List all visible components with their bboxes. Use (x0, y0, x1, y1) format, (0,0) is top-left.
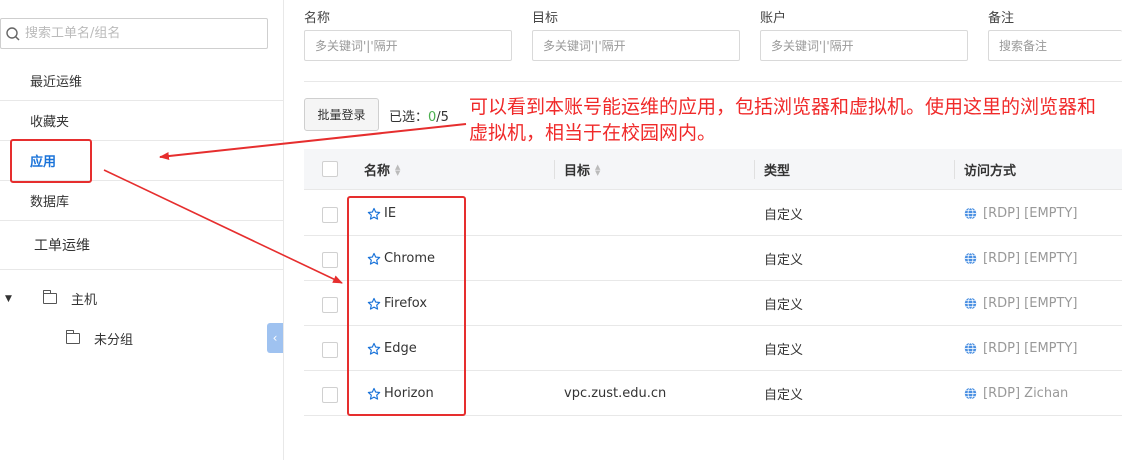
row-checkbox[interactable] (322, 342, 338, 358)
filter-label-account: 账户 (760, 11, 787, 26)
batch-login-button[interactable]: 批量登录 (304, 98, 379, 131)
row-type-cell: 自定义 (764, 388, 804, 403)
annotation-text: 可以看到本账号能运维的应用，包括浏览器和虚拟机。使用这里的浏览器和虚拟机，相当于… (469, 96, 1097, 144)
row-access-cell[interactable]: [RDP] Zichan (964, 371, 1068, 416)
folder-icon (42, 290, 57, 304)
filter-input-name[interactable]: 多关键词'|'隔开 (304, 30, 512, 61)
sidebar-collapse-handle[interactable]: ‹ (267, 323, 283, 353)
row-checkbox[interactable] (322, 387, 338, 403)
selected-count-info: 已选：0/5 (389, 110, 449, 125)
annotation-box-apps (10, 139, 92, 183)
sort-icon[interactable]: ▲ ▼ (595, 163, 600, 176)
globe-icon (964, 252, 977, 265)
row-checkbox[interactable] (322, 252, 338, 268)
row-access-cell[interactable]: [RDP] [EMPTY] (964, 326, 1077, 371)
annotation-box-app-names (347, 196, 466, 416)
filter-input-note[interactable]: 搜索备注 (988, 30, 1122, 61)
folder-icon (65, 330, 80, 344)
sidebar-item-ticket-ops[interactable]: 工单运维 (0, 221, 284, 270)
row-checkbox[interactable] (322, 207, 338, 223)
globe-icon (964, 297, 977, 310)
tree-node-ungrouped[interactable]: 未分组 (65, 329, 133, 348)
search-input[interactable] (21, 26, 251, 41)
sidebar-item-favorites[interactable]: 收藏夹 (0, 101, 284, 141)
sort-icon[interactable]: ▲ ▼ (395, 163, 400, 176)
row-access-cell[interactable]: [RDP] [EMPTY] (964, 281, 1077, 326)
row-access-cell[interactable]: [RDP] [EMPTY] (964, 191, 1077, 236)
sidebar-search[interactable] (0, 18, 268, 49)
row-type-cell: 自定义 (764, 208, 804, 223)
select-all-checkbox[interactable] (322, 161, 338, 177)
filter-input-account[interactable]: 多关键词'|'隔开 (760, 30, 968, 61)
table-header: 名称 ▲ ▼ 目标 ▲ ▼ 类型 访问方式 (304, 149, 1122, 190)
column-header-type: 类型 (764, 164, 791, 179)
globe-icon (964, 387, 977, 400)
row-access-cell[interactable]: [RDP] [EMPTY] (964, 236, 1077, 281)
column-header-target[interactable]: 目标 ▲ ▼ (564, 149, 600, 190)
filter-input-target[interactable]: 多关键词'|'隔开 (532, 30, 740, 61)
filter-label-name: 名称 (304, 11, 331, 26)
row-type-cell: 自定义 (764, 253, 804, 268)
globe-icon (964, 207, 977, 220)
row-target-cell: vpc.zust.edu.cn (564, 386, 667, 401)
sidebar-item-recent[interactable]: 最近运维 (0, 61, 284, 101)
filter-label-target: 目标 (532, 11, 559, 26)
sidebar-item-database[interactable]: 数据库 (0, 181, 284, 221)
tree-node-hosts[interactable]: ▼ 主机 (5, 289, 97, 308)
row-checkbox[interactable] (322, 297, 338, 313)
sidebar: 最近运维 收藏夹 应用 数据库 工单运维 ▼ 主机 未分组 ‹ (0, 0, 284, 460)
column-header-name[interactable]: 名称 ▲ ▼ (364, 149, 400, 190)
globe-icon (964, 342, 977, 355)
column-header-access: 访问方式 (964, 164, 1017, 179)
filter-divider (304, 81, 1122, 82)
chevron-left-icon: ‹ (272, 331, 278, 345)
row-type-cell: 自定义 (764, 298, 804, 313)
filter-label-note: 备注 (988, 11, 1015, 26)
search-icon (5, 26, 21, 42)
row-type-cell: 自定义 (764, 343, 804, 358)
caret-down-icon[interactable]: ▼ (5, 294, 15, 304)
